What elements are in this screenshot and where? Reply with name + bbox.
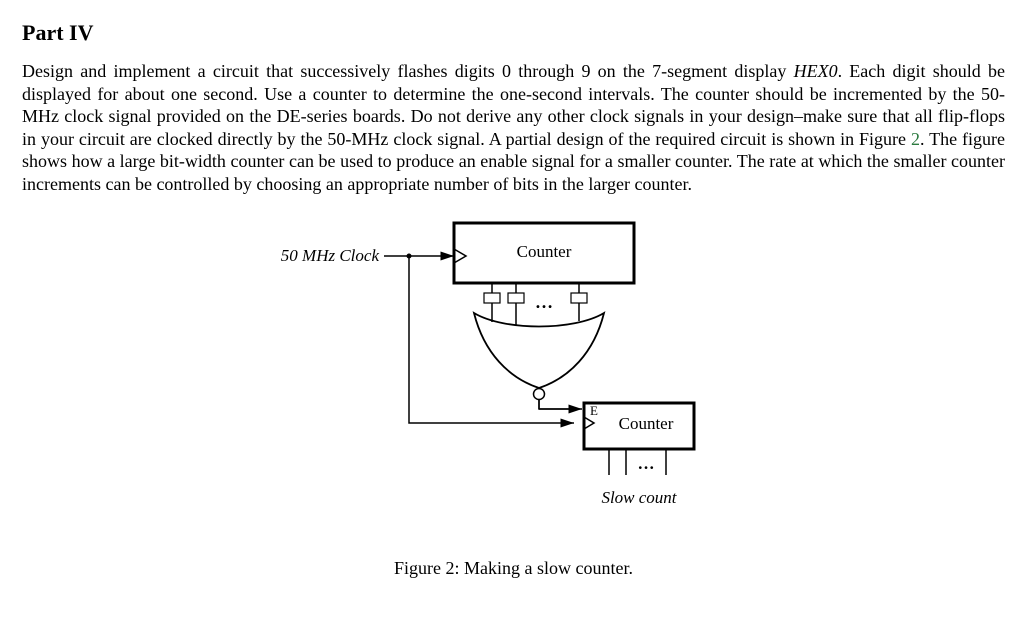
para-text-1: Design and implement a circuit that succ… <box>22 61 794 81</box>
big-counter-bit-right <box>571 283 587 309</box>
body-paragraph: Design and implement a circuit that succ… <box>22 60 1005 195</box>
figure-reference[interactable]: 2 <box>911 129 920 149</box>
nor-output-wire-h <box>539 400 579 409</box>
small-counter-dots: … <box>637 454 654 473</box>
slow-count-label: Slow count <box>601 488 677 507</box>
big-counter-bit-left <box>484 283 500 309</box>
figure-caption: Figure 2: Making a slow counter. <box>22 558 1005 579</box>
nor-gate <box>474 313 604 400</box>
clock-label: 50 MHz Clock <box>280 246 379 265</box>
circuit-diagram: 50 MHz Clock Counter … <box>234 213 794 543</box>
small-counter-label: Counter <box>618 414 673 433</box>
big-counter-bit-left2 <box>508 283 524 309</box>
figure-2: 50 MHz Clock Counter … <box>22 213 1005 579</box>
big-counter-label: Counter <box>516 242 571 261</box>
enable-label: E <box>590 403 598 418</box>
display-name: HEX0 <box>794 61 838 81</box>
part-heading: Part IV <box>22 20 1005 46</box>
big-counter-dots: … <box>535 292 553 312</box>
